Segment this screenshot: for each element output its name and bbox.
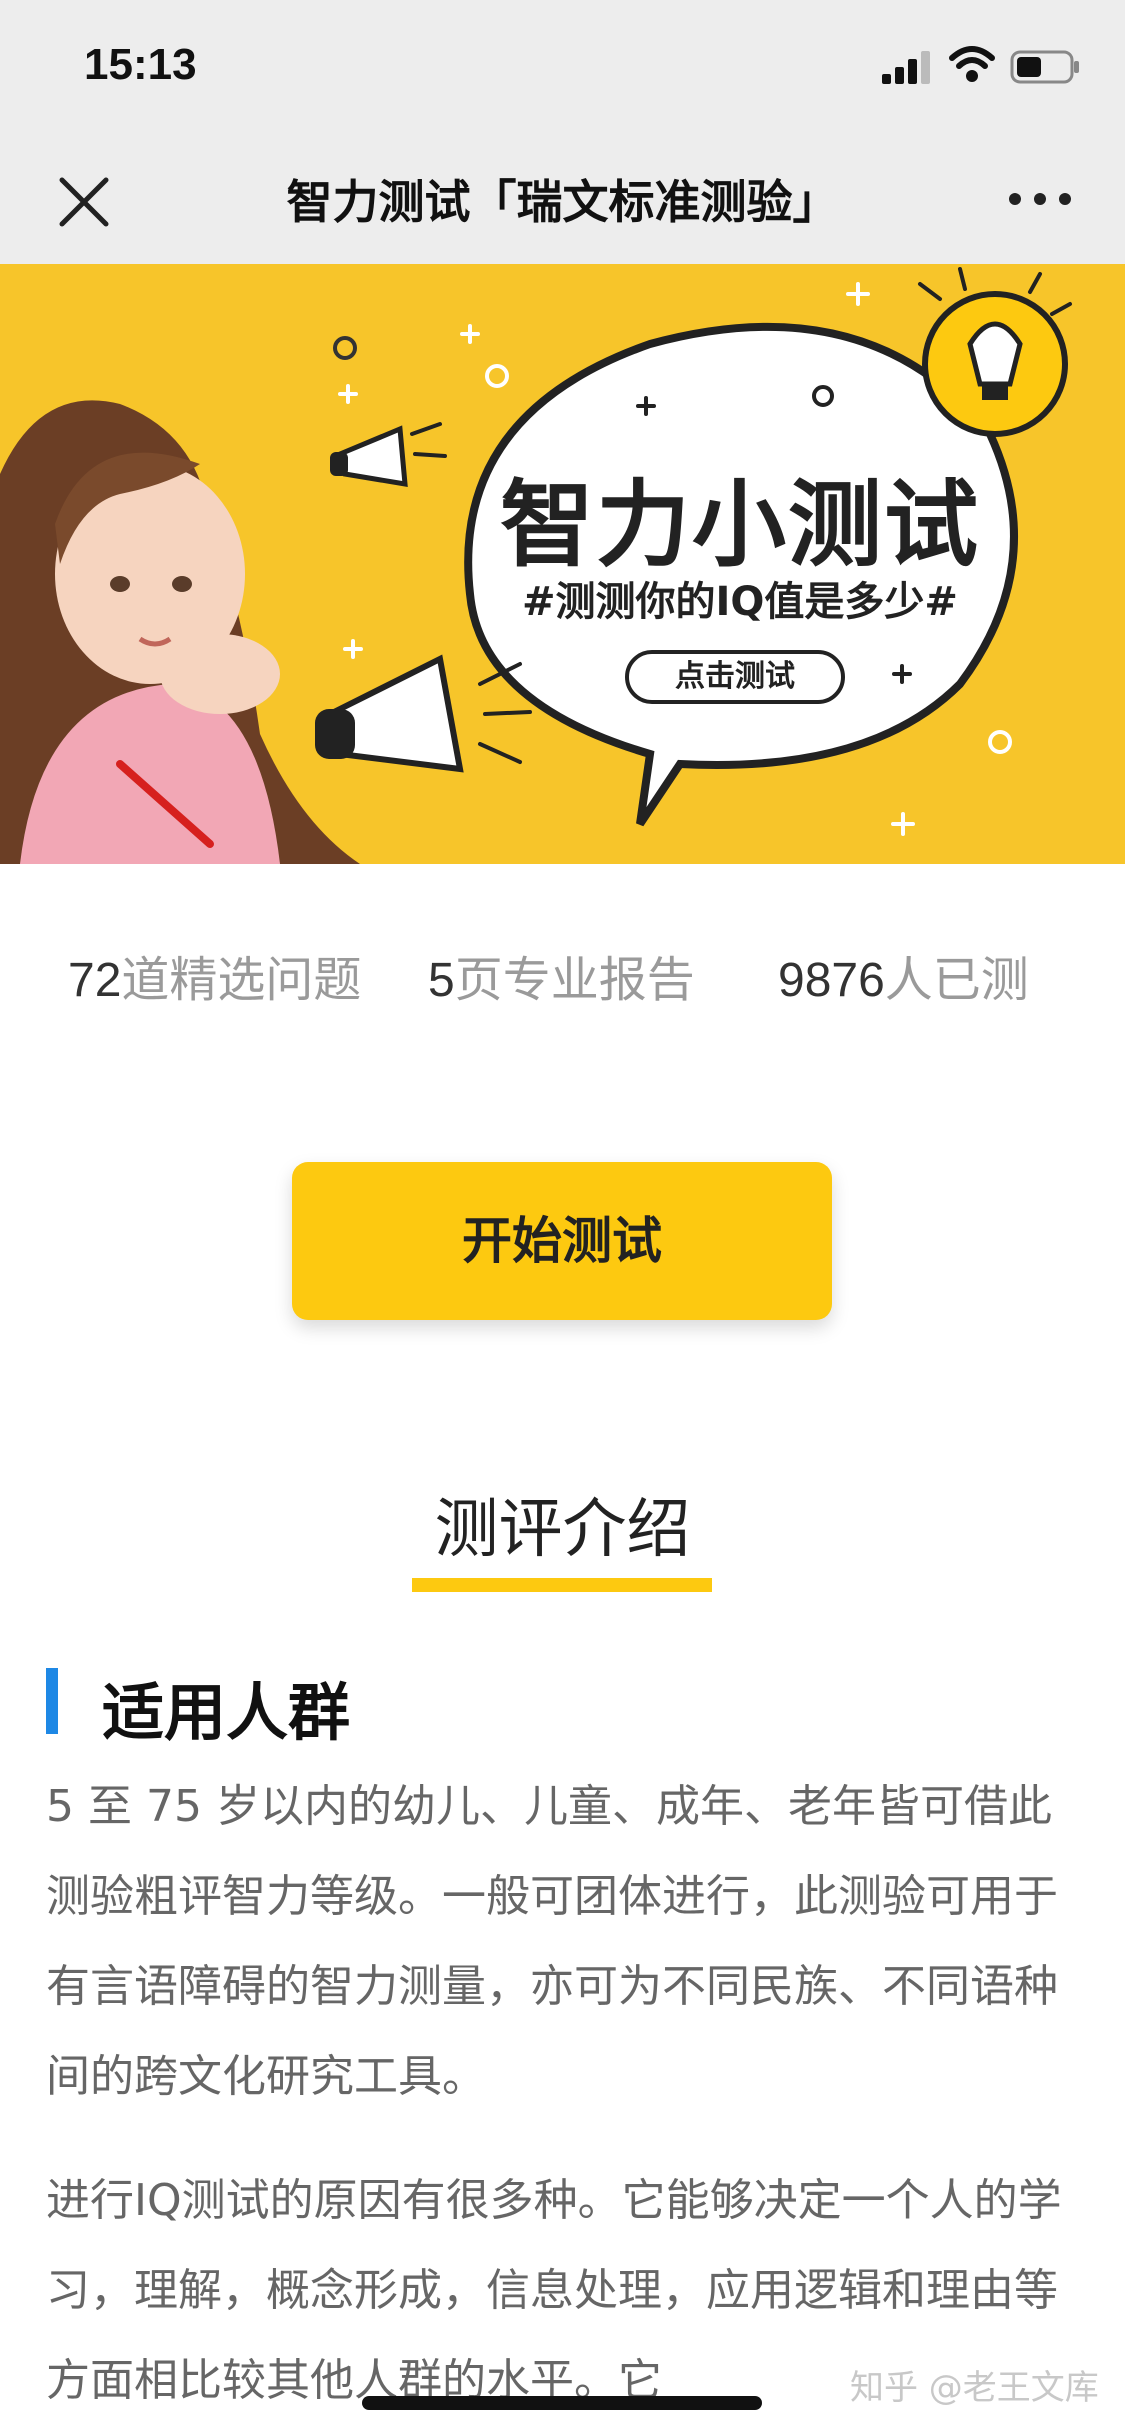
stats-row: 72道精选问题 5页专业报告 9876人已测 bbox=[0, 940, 1125, 1010]
stat-number: 5 bbox=[428, 954, 455, 1007]
close-icon[interactable] bbox=[52, 170, 116, 234]
stat-report: 5页专业报告 bbox=[428, 940, 695, 1010]
subheading: 适用人群 bbox=[102, 1676, 351, 1749]
stat-questions: 72道精选问题 bbox=[68, 940, 361, 1010]
page-title: 智力测试「瑞文标准测验」 bbox=[286, 175, 839, 229]
girl-illustration bbox=[0, 400, 360, 864]
stat-label: 道精选问题 bbox=[121, 952, 362, 1008]
status-time: 15:13 bbox=[84, 40, 197, 89]
section-heading: 测评介绍 bbox=[434, 1493, 691, 1567]
stat-label: 人已测 bbox=[884, 952, 1029, 1008]
banner-test-button[interactable]: 点击测试 bbox=[625, 650, 845, 704]
paragraph: 5 至 75 岁以内的幼儿、儿童、成年、老年皆可借此测验粗评智力等级。一般可团体… bbox=[46, 1781, 1058, 2102]
start-test-button[interactable]: 开始测试 bbox=[292, 1162, 832, 1320]
signal-icon bbox=[882, 51, 930, 84]
stat-label: 页专业报告 bbox=[454, 952, 695, 1008]
more-icon[interactable] bbox=[1005, 177, 1075, 221]
stat-number: 9876 bbox=[778, 954, 885, 1007]
nav-bar: 智力测试「瑞文标准测验」 bbox=[0, 132, 1125, 264]
stat-tested: 9876人已测 bbox=[778, 940, 1029, 1010]
stat-number: 72 bbox=[68, 954, 122, 1007]
banner-subtitle: #测测你的IQ值是多少# bbox=[522, 579, 958, 625]
status-bar: 15:13 bbox=[0, 0, 1125, 132]
banner-title: 智力小测试 bbox=[499, 471, 980, 580]
home-indicator bbox=[362, 2396, 762, 2410]
heading-underline bbox=[412, 1578, 712, 1592]
banner-image[interactable]: 智力小测试 #测测你的IQ值是多少# 点击测试 bbox=[0, 264, 1125, 864]
wifi-icon bbox=[949, 46, 995, 82]
watermark: 知乎 @老王文库 bbox=[850, 2368, 1099, 2408]
subheading-accent-bar bbox=[46, 1668, 58, 1734]
lightbulb-icon bbox=[918, 267, 1072, 437]
battery-icon bbox=[1010, 50, 1079, 84]
